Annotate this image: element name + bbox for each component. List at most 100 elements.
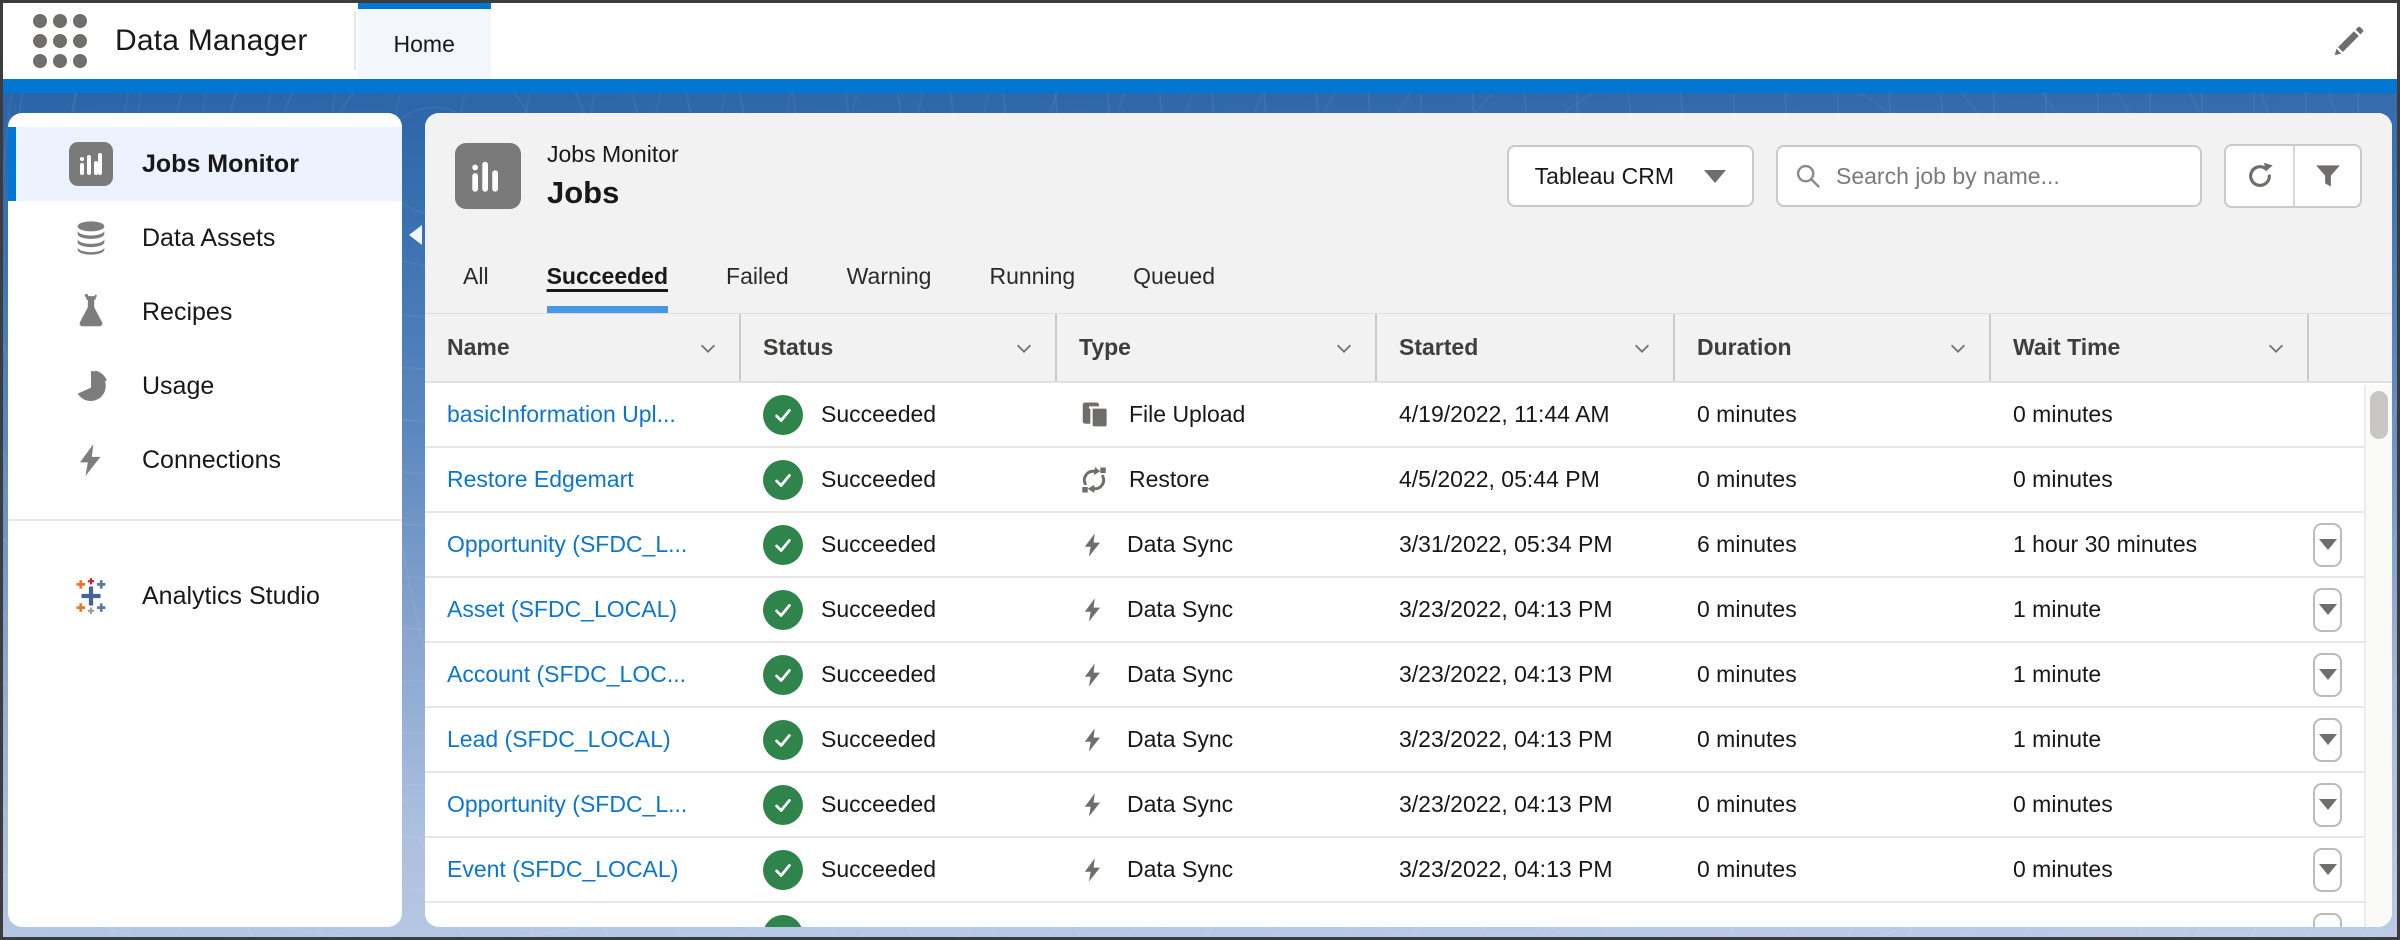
type-label: Data Sync [1127,856,1233,883]
search-box [1776,145,2202,207]
edit-navigation-button[interactable] [2331,23,2367,59]
success-check-icon [763,590,803,630]
sidebar-item-usage[interactable]: Usage [8,349,402,423]
column-header-type[interactable]: Type [1057,314,1377,381]
row-actions-dropdown-button[interactable] [2313,783,2342,827]
type-label: Restore [1129,466,1210,493]
status-label: Succeeded [821,856,936,883]
dataset-selector-value: Tableau CRM [1535,163,1674,190]
status-label: Succeeded [821,726,936,753]
tab-home-label: Home [394,31,455,58]
job-name-link[interactable]: Event (SFDC_LOCAL) [447,856,678,883]
column-header-name[interactable]: Name [425,314,741,381]
chevron-down-icon[interactable] [1631,337,1653,359]
table-row: Lead (SFDC_LOCAL) Succeeded Data Sync 3/… [425,708,2364,773]
chevron-down-icon[interactable] [697,337,719,359]
refresh-button[interactable] [2226,146,2293,206]
duration-value: 0 minutes [1675,856,1991,883]
table-row: Opportunity (SFDC_L... Succeeded Data Sy… [425,513,2364,578]
row-actions-dropdown-button[interactable] [2313,718,2342,762]
row-actions-dropdown-button[interactable] [2313,653,2342,697]
sidebar-item-data-assets[interactable]: Data Assets [8,201,402,275]
sidebar-item-label: Usage [142,372,214,401]
column-header-started[interactable]: Started [1377,314,1675,381]
bar-chart-icon [68,142,114,186]
tab-running[interactable]: Running [989,263,1075,313]
row-actions-dropdown-button[interactable] [2313,588,2342,632]
row-actions-dropdown-button[interactable] [2313,523,2342,567]
table-row-partial [425,903,2364,927]
job-name-link[interactable]: Account (SFDC_LOC... [447,661,686,688]
job-name-link[interactable]: Lead (SFDC_LOCAL) [447,726,671,753]
success-check-icon [763,720,803,760]
success-check-icon [763,655,803,695]
status-label: Succeeded [821,661,936,688]
chevron-down-icon[interactable] [2265,337,2287,359]
duration-value: 6 minutes [1675,531,1991,558]
chevron-down-icon [2319,799,2337,810]
search-input[interactable] [1836,163,2184,190]
jobs-table: Name Status Type Started [425,313,2392,927]
table-header-row: Name Status Type Started [425,313,2392,383]
column-header-duration[interactable]: Duration [1675,314,1991,381]
row-actions-dropdown-button[interactable] [2313,848,2342,892]
status-label: Succeeded [821,466,936,493]
table-row: basicInformation Upl... Succeeded [425,383,2364,448]
wait-time-value: 1 minute [1991,726,2309,753]
refresh-icon [2244,160,2276,192]
jobs-monitor-tile-icon [455,143,521,209]
tab-warning[interactable]: Warning [847,263,932,313]
app-launcher-waffle-icon[interactable] [31,12,89,70]
job-name-link[interactable]: basicInformation Upl... [447,401,676,428]
started-value: 4/5/2022, 05:44 PM [1377,466,1675,493]
scrollbar-thumb[interactable] [2370,391,2388,439]
duration-value: 0 minutes [1675,726,1991,753]
job-name-link[interactable]: Asset (SFDC_LOCAL) [447,596,677,623]
table-row: Restore Edgemart Succeeded [425,448,2364,513]
sync-icon [1079,465,1109,495]
wait-time-value: 0 minutes [1991,856,2309,883]
table-scrollbar[interactable] [2364,385,2392,927]
tab-succeeded[interactable]: Succeeded [547,263,668,313]
row-actions-dropdown-button[interactable] [2313,913,2342,928]
job-name-link[interactable]: Restore Edgemart [447,466,634,493]
tab-failed[interactable]: Failed [726,263,789,313]
started-value: 3/31/2022, 05:34 PM [1377,531,1675,558]
filter-button[interactable] [2293,146,2360,206]
status-label: Succeeded [821,531,936,558]
tableau-logo-icon [68,577,114,615]
sidebar-item-connections[interactable]: Connections [8,423,402,497]
status-label: Succeeded [821,596,936,623]
chevron-down-icon[interactable] [1013,337,1035,359]
app-title: Data Manager [115,24,308,58]
job-name-link[interactable]: Opportunity (SFDC_L... [447,531,687,558]
dataset-selector-dropdown[interactable]: Tableau CRM [1507,145,1754,207]
started-value: 3/23/2022, 04:13 PM [1377,596,1675,623]
sidebar-item-recipes[interactable]: Recipes [8,275,402,349]
header-divider [354,12,356,70]
column-header-actions [2309,314,2392,381]
column-header-wait-time[interactable]: Wait Time [1991,314,2309,381]
filter-icon [2313,161,2343,191]
chevron-down-icon[interactable] [1947,337,1969,359]
success-check-icon [763,460,803,500]
tab-all[interactable]: All [463,263,489,313]
page-title: Jobs [547,175,679,211]
bolt-icon [1079,596,1107,624]
sidebar-item-analytics-studio[interactable]: Analytics Studio [8,559,402,633]
wait-time-value: 0 minutes [1991,466,2309,493]
sidebar-collapse-arrow-icon[interactable] [409,225,422,245]
job-name-link[interactable]: Opportunity (SFDC_L... [447,791,687,818]
sidebar-item-jobs-monitor[interactable]: Jobs Monitor [8,127,402,201]
sidebar-item-label: Jobs Monitor [142,150,299,179]
tab-home[interactable]: Home [358,3,491,79]
sidebar-item-label: Data Assets [142,224,275,253]
sidebar: Jobs Monitor Data Assets [8,113,402,927]
status-label: Succeeded [821,401,936,428]
column-header-status[interactable]: Status [741,314,1057,381]
chevron-down-icon[interactable] [1333,337,1355,359]
bolt-icon [1079,531,1107,559]
type-label: Data Sync [1127,726,1233,753]
table-row: Opportunity (SFDC_L... Succeeded Data Sy… [425,773,2364,838]
tab-queued[interactable]: Queued [1133,263,1215,313]
